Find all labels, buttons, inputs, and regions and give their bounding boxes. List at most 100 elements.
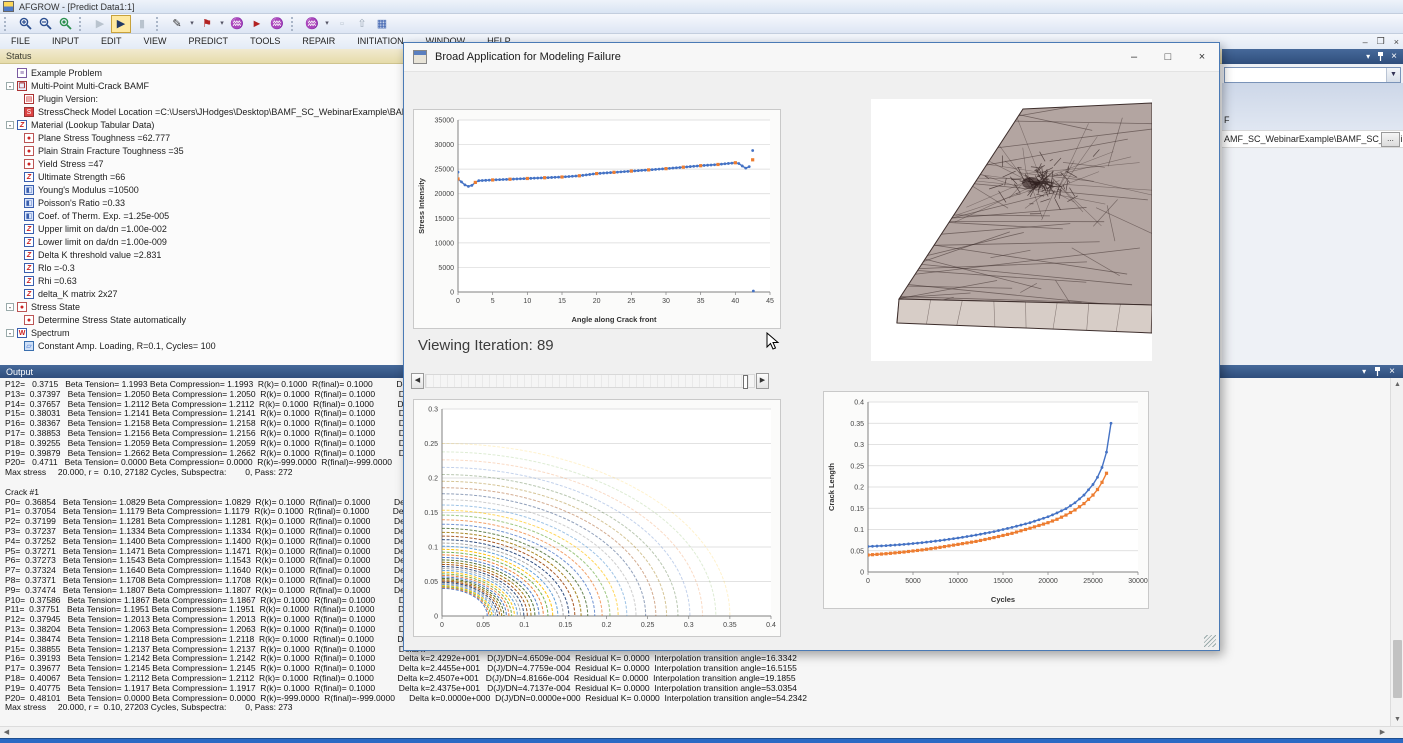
spectrum-menu-icon[interactable]: ♒ — [303, 16, 321, 32]
tree-item[interactable]: ZLower limit on da/dn =1.00e-009 — [24, 235, 167, 248]
zoom-out-icon[interactable] — [36, 16, 54, 32]
dialog-title-bar[interactable]: Broad Application for Modeling Failure –… — [404, 43, 1219, 72]
zmat-icon: Z — [24, 250, 34, 260]
tree-item[interactable]: ◧Young's Modulus =10500 — [24, 183, 139, 196]
init-disabled-icon[interactable]: ▫ — [333, 16, 351, 32]
tree-item[interactable]: ◧Coef. of Therm. Exp. =1.25e-005 — [24, 209, 169, 222]
browse-button[interactable]: ... — [1381, 132, 1400, 147]
menu-item-view[interactable]: VIEW — [133, 34, 178, 49]
svg-text:45: 45 — [766, 298, 774, 305]
menu-item-edit[interactable]: EDIT — [90, 34, 133, 49]
stop-disabled-icon[interactable]: ▮ — [133, 16, 151, 32]
tree-item[interactable]: ZRhi =0.63 — [24, 274, 77, 287]
tree-item-label: Determine Stress State automatically — [38, 315, 186, 325]
run-disabled-icon[interactable]: ▶ — [91, 16, 109, 32]
status-strip — [0, 738, 1403, 743]
pin-icon[interactable] — [1374, 367, 1381, 376]
app-icon — [3, 1, 14, 12]
tree-item[interactable]: ZRlo =-0.3 — [24, 261, 75, 274]
tree-item[interactable]: -❐Multi-Point Multi-Crack BAMF — [6, 79, 149, 92]
slider-left-icon[interactable]: ◀ — [411, 373, 424, 389]
scrollbar-thumb[interactable] — [1393, 640, 1402, 698]
combo-dropdown-icon[interactable]: ▼ — [1386, 68, 1400, 82]
svg-text:0.05: 0.05 — [850, 548, 864, 555]
dropdown-caret[interactable]: ▾ — [323, 16, 331, 32]
dropdown-caret[interactable]: ▾ — [218, 16, 226, 32]
tree-item[interactable]: -ZMaterial (Lookup Tabular Data) — [6, 118, 154, 131]
tree-item[interactable]: ●Yield Stress =47 — [24, 157, 103, 170]
mdi-restore-icon[interactable]: ❒ — [1377, 36, 1385, 47]
scroll-up-icon[interactable]: ▲ — [1391, 378, 1403, 391]
slider-track[interactable] — [425, 374, 755, 388]
tree-item[interactable]: ZUpper limit on da/dn =1.00e-002 — [24, 222, 167, 235]
svg-text:0.2: 0.2 — [602, 622, 612, 629]
tree-item[interactable]: ●Determine Stress State automatically — [24, 313, 186, 326]
book-icon: ❐ — [17, 81, 27, 91]
tree-item[interactable]: SStressCheck Model Location =C:\Users\JH… — [24, 105, 415, 118]
beta-edit-icon[interactable]: ✎ — [168, 16, 186, 32]
menu-item-file[interactable]: FILE — [0, 34, 41, 49]
cube-icon: ◧ — [24, 185, 34, 195]
tree-item[interactable]: ▱Constant Amp. Loading, R=0.1, Cycles= 1… — [24, 339, 216, 352]
run-icon[interactable]: ▶ — [111, 15, 131, 33]
close-icon[interactable]: × — [1391, 52, 1397, 62]
svg-text:25000: 25000 — [435, 167, 455, 174]
menu-item-input[interactable]: INPUT — [41, 34, 90, 49]
tree-item[interactable]: ▤Plugin Version: — [24, 92, 98, 105]
menu-item-repair[interactable]: REPAIR — [291, 34, 346, 49]
tree-item[interactable]: ●Plain Strain Fracture Toughness =35 — [24, 144, 184, 157]
tree-item[interactable]: ZUltimate Strength =66 — [24, 170, 125, 183]
dropdown-caret[interactable]: ▾ — [188, 16, 196, 32]
zoom-in-icon[interactable] — [16, 16, 34, 32]
resize-grip[interactable] — [1204, 635, 1216, 647]
tree-item[interactable]: -WSpectrum — [6, 326, 70, 339]
svg-text:20000: 20000 — [435, 191, 455, 198]
tree-item[interactable]: ◧Poisson's Ratio =0.33 — [24, 196, 125, 209]
pin-icon[interactable] — [1377, 52, 1384, 61]
iteration-slider[interactable]: ◀ ▶ — [411, 373, 769, 389]
dialog-minimize-icon[interactable]: – — [1117, 44, 1151, 70]
chevron-down-icon[interactable]: ▾ — [1362, 367, 1366, 376]
tree-item[interactable]: ZDelta K threshold value =2.831 — [24, 248, 161, 261]
tree-collapse-icon[interactable]: - — [6, 329, 14, 337]
gear-icon: S — [24, 107, 34, 117]
tree-item[interactable]: ≡Example Problem — [17, 66, 102, 79]
close-icon[interactable]: × — [1389, 367, 1395, 377]
mdi-close-icon[interactable]: × — [1394, 37, 1399, 47]
tree-item[interactable]: -●Stress State — [6, 300, 80, 313]
rprop-icon: ● — [24, 159, 34, 169]
output-vertical-scrollbar[interactable]: ▲ ▼ — [1390, 378, 1403, 726]
tree-collapse-icon[interactable]: - — [6, 303, 14, 311]
menu-item-predict[interactable]: PREDICT — [178, 34, 240, 49]
zoom-region-icon[interactable] — [56, 16, 74, 32]
marker-icon[interactable]: ⚑ — [198, 16, 216, 32]
scroll-down-icon[interactable]: ▼ — [1391, 713, 1403, 726]
svg-text:35000: 35000 — [435, 118, 455, 125]
spectrum-disabled-icon[interactable]: ♒ — [268, 16, 286, 32]
tree-collapse-icon[interactable]: - — [6, 82, 14, 90]
svg-text:0.05: 0.05 — [476, 622, 490, 629]
slider-right-icon[interactable]: ▶ — [756, 373, 769, 389]
doc-icon: ≡ — [17, 68, 27, 78]
tree-item[interactable]: ●Plane Stress Toughness =62.777 — [24, 131, 170, 144]
repair-arrow-icon[interactable]: ► — [248, 16, 266, 32]
model-combobox[interactable]: ▼ — [1224, 67, 1401, 83]
cube-icon: ◧ — [24, 198, 34, 208]
svg-text:0: 0 — [860, 570, 864, 577]
rprop-icon: ● — [24, 146, 34, 156]
tree-item-label: Plane Stress Toughness =62.777 — [38, 133, 170, 143]
tree-item-label: Plugin Version: — [38, 94, 98, 104]
menu-item-tools[interactable]: TOOLS — [239, 34, 291, 49]
table-icon[interactable]: ▦ — [373, 16, 391, 32]
dialog-close-icon[interactable]: × — [1185, 44, 1219, 70]
svg-text:Stress Intensity: Stress Intensity — [417, 177, 426, 234]
mdi-minimize-icon[interactable]: – — [1363, 37, 1368, 47]
slider-thumb[interactable] — [743, 375, 748, 389]
model-path-field[interactable]: AMF_SC_WebinarExample\BAMF_SC_webin ... — [1222, 130, 1403, 148]
chevron-down-icon[interactable]: ▾ — [1366, 52, 1370, 61]
spectrum-icon[interactable]: ♒ — [228, 16, 246, 32]
dialog-maximize-icon[interactable]: □ — [1151, 44, 1185, 70]
tree-item[interactable]: Zdelta_K matrix 2x27 — [24, 287, 118, 300]
promote-icon[interactable]: ⇧ — [353, 16, 371, 32]
tree-collapse-icon[interactable]: - — [6, 121, 14, 129]
